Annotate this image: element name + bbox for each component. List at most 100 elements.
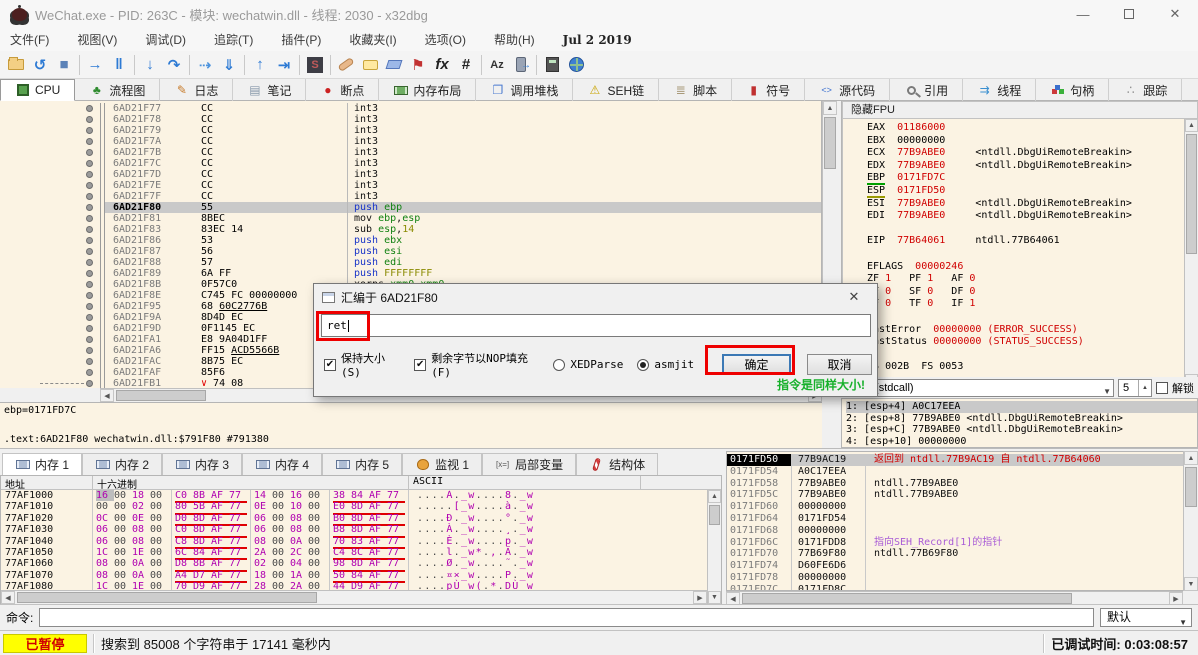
run-until-return-icon[interactable]: ↑: [248, 53, 272, 77]
breakpoint-dot-icon[interactable]: [86, 336, 93, 343]
menu-item[interactable]: 调试(D): [145, 31, 186, 48]
menu-item[interactable]: 视图(V): [77, 31, 117, 48]
strings-icon[interactable]: Az: [485, 53, 509, 77]
breakpoint-dot-icon[interactable]: [86, 314, 93, 321]
breakpoint-dot-icon[interactable]: [86, 204, 93, 211]
function-fx-icon[interactable]: fx: [430, 53, 454, 77]
dump-row[interactable]: 77AF10200C000E00D08DAF7706000800B08DAF77…: [1, 513, 721, 524]
scroll-up-arrow[interactable]: ▲: [1185, 119, 1198, 132]
dump-hscrollbar[interactable]: ◀ ▶: [1, 590, 707, 604]
register-line[interactable]: LastError 00000000 (ERROR_SUCCESS): [867, 324, 1183, 337]
open-file-icon[interactable]: [4, 53, 28, 77]
run-icon[interactable]: →: [83, 53, 107, 77]
comment-icon[interactable]: [358, 53, 382, 77]
calling-convention-select[interactable]: 默认 (stdcall) ▼: [845, 379, 1114, 397]
scroll-left-arrow[interactable]: ◀: [100, 389, 114, 402]
breakpoint-dot-icon[interactable]: [86, 292, 93, 299]
breakpoint-gutter[interactable]: [0, 301, 100, 312]
breakpoint-gutter[interactable]: [0, 125, 100, 136]
restart-icon[interactable]: ↺: [28, 53, 52, 77]
run-to-cursor-icon[interactable]: ⇢: [193, 53, 217, 77]
dump-rows[interactable]: 77AF100016001800C08BAF77140016003884AF77…: [1, 490, 721, 592]
stack-arguments-panel[interactable]: 1: [esp+4] A0C17EEA2: [esp+8] 77B9ABE0 <…: [841, 398, 1198, 448]
breakpoint-gutter[interactable]: [0, 180, 100, 191]
step-over-icon[interactable]: ↷: [162, 53, 186, 77]
register-line[interactable]: EAX 01186000: [867, 122, 1183, 135]
breakpoint-gutter[interactable]: [0, 312, 100, 323]
disasm-row[interactable]: 6AD21F79CCint3: [0, 125, 821, 136]
menu-item[interactable]: 文件(F): [10, 31, 49, 48]
registers-list[interactable]: EAX 01186000EBX 00000000ECX 77B9ABE0 <nt…: [842, 119, 1198, 388]
breakpoint-dot-icon[interactable]: [86, 193, 93, 200]
menu-item[interactable]: 选项(O): [425, 31, 466, 48]
menu-item[interactable]: 追踪(T): [214, 31, 253, 48]
breakpoint-gutter[interactable]: [0, 103, 100, 114]
tab-memory-map[interactable]: 内存布局: [379, 79, 476, 101]
dump-row[interactable]: 77AF103006000800C08DAF7706000800B88DAF77…: [1, 524, 721, 535]
dump-vscrollbar[interactable]: ▲ ▼: [707, 490, 721, 604]
tab-threads[interactable]: ⇉线程: [963, 79, 1036, 101]
disasm-row[interactable]: 6AD21F77CCint3: [0, 103, 821, 114]
stack-vscrollbar[interactable]: ▲ ▼: [1183, 451, 1198, 591]
minimize-button[interactable]: —: [1060, 0, 1106, 28]
breakpoint-dot-icon[interactable]: [86, 369, 93, 376]
scroll-thumb[interactable]: [824, 117, 836, 169]
register-line[interactable]: ESI 77B9ABE0 <ntdll.DbgUiRemoteBreakin>: [867, 198, 1183, 211]
breakpoint-dot-icon[interactable]: [86, 149, 93, 156]
stack-argument-row[interactable]: 4: [esp+10] 00000000: [846, 436, 1197, 448]
tab-locals[interactable]: [x=]局部变量: [482, 453, 576, 475]
register-line[interactable]: CF 0 TF 0 IF 1: [867, 298, 1183, 311]
scroll-thumb[interactable]: [17, 592, 317, 603]
register-line[interactable]: [867, 223, 1183, 236]
disasm-row[interactable]: 6AD21F8055push ebp: [0, 202, 821, 213]
stack-argument-row[interactable]: 3: [esp+C] 77B9ABE0 <ntdll.DbgUiRemoteBr…: [846, 424, 1197, 436]
disasm-row[interactable]: 6AD21F8756push esi: [0, 246, 821, 257]
skip-instruction-icon[interactable]: ⇓: [217, 53, 241, 77]
dialog-title-bar[interactable]: 汇编于 6AD21F80 ✕: [314, 284, 877, 310]
attach-phone-icon[interactable]: [509, 53, 533, 77]
command-profile-select[interactable]: 默认 ▼: [1100, 608, 1192, 627]
tab-source[interactable]: <>源代码: [805, 79, 890, 101]
scroll-thumb[interactable]: [1186, 134, 1197, 254]
breakpoint-gutter[interactable]: [0, 290, 100, 301]
breakpoint-dot-icon[interactable]: [86, 303, 93, 310]
disasm-row[interactable]: 6AD21F7CCCint3: [0, 158, 821, 169]
stack-row[interactable]: 0171FD6000000000: [727, 501, 1197, 513]
breakpoint-dot-icon[interactable]: [86, 380, 93, 387]
animate-script-icon[interactable]: S: [303, 53, 327, 77]
hide-fpu-button[interactable]: 隐藏FPU: [842, 101, 1198, 119]
cancel-button[interactable]: 取消: [807, 354, 872, 375]
breakpoint-dot-icon[interactable]: [86, 127, 93, 134]
stack-row[interactable]: 0171FD5C77B9ABE0ntdll.77B9ABE0: [727, 489, 1197, 501]
disasm-row[interactable]: 6AD21F8857push edi: [0, 257, 821, 268]
breakpoint-dot-icon[interactable]: [86, 281, 93, 288]
tab-cpu[interactable]: CPU: [0, 79, 75, 101]
disasm-row[interactable]: 6AD21F8653push ebx: [0, 235, 821, 246]
breakpoint-gutter[interactable]: [0, 345, 100, 356]
breakpoint-gutter[interactable]: [0, 246, 100, 257]
tab-struct[interactable]: 结构体: [576, 453, 658, 475]
breakpoint-gutter[interactable]: [0, 323, 100, 334]
scroll-thumb[interactable]: [742, 593, 1072, 604]
breakpoint-dot-icon[interactable]: [86, 116, 93, 123]
register-line[interactable]: EDX 77B9ABE0 <ntdll.DbgUiRemoteBreakin>: [867, 160, 1183, 173]
breakpoint-gutter[interactable]: [0, 268, 100, 279]
breakpoint-dot-icon[interactable]: [86, 138, 93, 145]
register-line[interactable]: ECX 77B9ABE0 <ntdll.DbgUiRemoteBreakin>: [867, 147, 1183, 160]
breakpoint-dot-icon[interactable]: [86, 259, 93, 266]
stepper-arrows[interactable]: ▲▼: [1138, 380, 1151, 396]
breakpoint-gutter[interactable]: [0, 213, 100, 224]
scroll-down-arrow[interactable]: ▼: [1184, 577, 1198, 591]
tab-notes[interactable]: ▤笔记: [233, 79, 306, 101]
disasm-row[interactable]: 6AD21F7ECCint3: [0, 180, 821, 191]
stack-row[interactable]: 0171FD640171FD54: [727, 513, 1197, 525]
stack-row[interactable]: 0171FD6C0171FDD8指向SEH_Record[1]的指针: [727, 537, 1197, 549]
unlock-checkbox[interactable]: [1156, 382, 1168, 394]
run-to-user-code-icon[interactable]: ⇥: [272, 53, 296, 77]
stack-row[interactable]: 0171FD5077B9AC19返回到 ntdll.77B9AC19 自 ntd…: [727, 454, 1197, 466]
menu-item[interactable]: 插件(P): [281, 31, 321, 48]
patch-icon[interactable]: [334, 53, 358, 77]
tab-seh[interactable]: ⚠SEH链: [573, 79, 659, 101]
tab-references[interactable]: 引用: [890, 79, 963, 101]
breakpoint-gutter[interactable]: [0, 334, 100, 345]
